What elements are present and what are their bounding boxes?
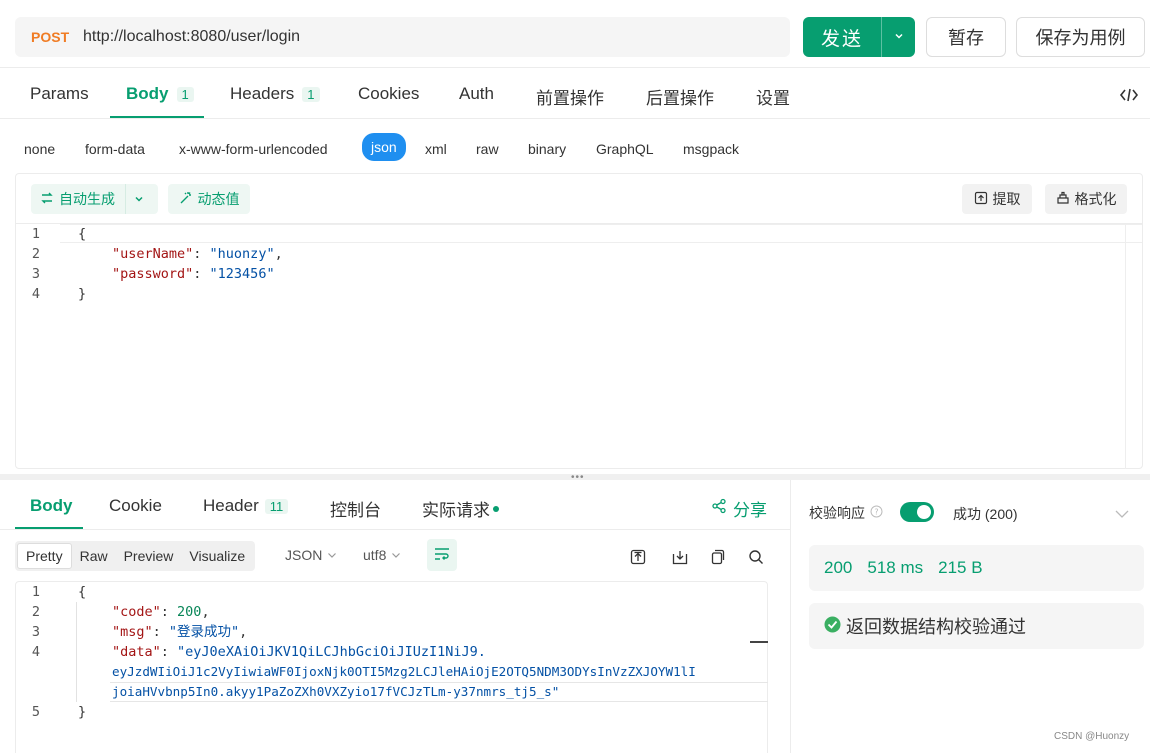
extract-icon bbox=[974, 191, 988, 208]
view-mode-switch[interactable]: Pretty Raw Preview Visualize bbox=[15, 541, 256, 571]
tab-badge: 1 bbox=[302, 86, 320, 102]
validate-response-toggle[interactable] bbox=[900, 502, 934, 522]
download-icon[interactable] bbox=[669, 546, 691, 568]
resp-tab-body[interactable]: Body bbox=[30, 496, 73, 516]
response-size: 215 B bbox=[938, 558, 983, 577]
response-time: 518 ms bbox=[867, 558, 924, 577]
auto-generate-button[interactable]: 自动生成 bbox=[31, 184, 158, 214]
body-type-graphql[interactable]: GraphQL bbox=[596, 138, 654, 160]
status-code: 200 bbox=[824, 558, 853, 577]
url-bar[interactable]: POST http://localhost:8080/user/login bbox=[15, 17, 790, 57]
validation-status: 成功 (200) bbox=[953, 506, 1018, 522]
tab-pre-operations[interactable]: 前置操作 bbox=[536, 84, 604, 109]
response-json-code[interactable]: { "code": 200, "msg": "登录成功", "data": "e… bbox=[78, 582, 696, 722]
resp-tab-console[interactable]: 控制台 bbox=[330, 496, 381, 521]
body-type-xml[interactable]: xml bbox=[425, 138, 447, 160]
body-type-raw[interactable]: raw bbox=[476, 138, 499, 160]
resp-tab-actual-request[interactable]: 实际请求 bbox=[422, 496, 499, 521]
validation-result-text: 返回数据结构校验通过 bbox=[846, 617, 1026, 637]
send-button-label: 发送 bbox=[820, 28, 863, 50]
brush-icon bbox=[1056, 191, 1070, 208]
share-icon bbox=[711, 498, 727, 519]
status-dot bbox=[493, 505, 499, 512]
resp-tab-header[interactable]: Header 11 bbox=[203, 496, 289, 516]
url-input[interactable]: http://localhost:8080/user/login bbox=[83, 28, 300, 46]
response-metrics-card: 200 518 ms 215 B bbox=[809, 545, 1144, 591]
magic-wand-icon bbox=[179, 191, 193, 208]
help-icon[interactable]: ? bbox=[870, 505, 883, 521]
resp-tab-cookie[interactable]: Cookie bbox=[109, 496, 162, 516]
http-method-select[interactable]: POST bbox=[31, 29, 83, 45]
chevron-down-icon bbox=[327, 547, 337, 563]
chevron-down-icon bbox=[391, 547, 401, 563]
view-mode-pretty[interactable]: Pretty bbox=[17, 543, 72, 569]
view-mode-preview[interactable]: Preview bbox=[116, 543, 182, 569]
tab-params[interactable]: Params bbox=[30, 84, 89, 104]
format-button[interactable]: 格式化 bbox=[1045, 184, 1127, 214]
svg-text:?: ? bbox=[874, 508, 878, 517]
body-type-form-data[interactable]: form-data bbox=[85, 138, 145, 160]
wrap-icon bbox=[434, 547, 450, 564]
check-circle-icon bbox=[824, 616, 841, 636]
dynamic-value-button[interactable]: 动态值 bbox=[168, 184, 250, 214]
indent-guide bbox=[76, 602, 77, 702]
tab-settings[interactable]: 设置 bbox=[756, 84, 790, 109]
upload-icon[interactable] bbox=[627, 546, 649, 568]
code-icon[interactable] bbox=[1119, 86, 1139, 107]
view-mode-raw[interactable]: Raw bbox=[72, 543, 116, 569]
response-line-numbers: 1 2 3 4 5 bbox=[31, 584, 40, 720]
request-body-editor[interactable] bbox=[15, 173, 1143, 469]
watermark: CSDN @Huonzy bbox=[1054, 731, 1130, 742]
swap-icon bbox=[40, 191, 54, 208]
save-draft-button[interactable]: 暂存 bbox=[926, 17, 1006, 57]
save-as-case-button[interactable]: 保存为用例 bbox=[1016, 17, 1145, 57]
body-type-json[interactable]: json bbox=[362, 133, 406, 161]
body-type-x-www-form-urlencoded[interactable]: x-www-form-urlencoded bbox=[179, 138, 328, 160]
body-type-binary[interactable]: binary bbox=[528, 138, 566, 160]
share-button[interactable]: 分享 bbox=[711, 496, 767, 521]
tab-headers[interactable]: Headers 1 bbox=[230, 84, 320, 104]
search-icon[interactable] bbox=[745, 546, 767, 568]
view-mode-visualize[interactable]: Visualize bbox=[181, 543, 253, 569]
body-type-msgpack[interactable]: msgpack bbox=[683, 138, 739, 160]
send-dropdown-chevron-icon[interactable] bbox=[882, 31, 915, 44]
validation-result-card: 返回数据结构校验通过 bbox=[809, 603, 1144, 649]
word-wrap-toggle[interactable] bbox=[427, 539, 457, 571]
copy-icon[interactable] bbox=[706, 546, 728, 568]
request-line-numbers: 1 2 3 4 bbox=[31, 226, 40, 302]
drag-handle-icon[interactable]: ••• bbox=[571, 473, 585, 483]
validate-response-label: 校验响应 ? bbox=[809, 503, 883, 523]
request-json-code[interactable]: { "userName": "huonzy", "password": "123… bbox=[78, 224, 283, 304]
encoding-select[interactable]: utf8 bbox=[363, 547, 401, 563]
format-select[interactable]: JSON bbox=[285, 547, 337, 563]
chevron-down-icon[interactable] bbox=[1115, 506, 1129, 522]
tab-badge: 1 bbox=[176, 86, 194, 102]
tab-body[interactable]: Body 1 bbox=[126, 84, 194, 104]
tab-badge: 11 bbox=[264, 498, 289, 514]
extract-button[interactable]: 提取 bbox=[962, 184, 1032, 214]
send-button[interactable]: 发送 bbox=[803, 17, 915, 57]
scrollbar-marker bbox=[750, 641, 768, 643]
editor-scrollbar[interactable] bbox=[1125, 224, 1142, 469]
tab-auth[interactable]: Auth bbox=[459, 84, 494, 104]
tab-post-operations[interactable]: 后置操作 bbox=[646, 84, 714, 109]
body-type-none[interactable]: none bbox=[24, 138, 55, 160]
chevron-down-icon[interactable] bbox=[134, 191, 144, 207]
tab-cookies[interactable]: Cookies bbox=[358, 84, 419, 104]
